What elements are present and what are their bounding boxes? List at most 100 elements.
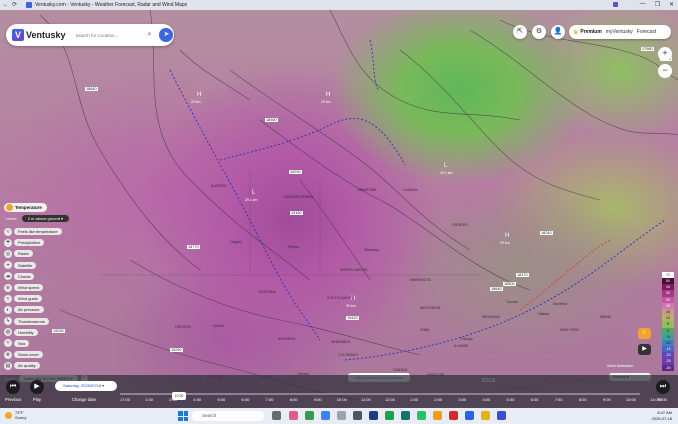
lightning-toggle-icon[interactable]: ⚡ [638,328,651,339]
layer-item-precipitation[interactable]: ☂ Precipitation [4,237,62,248]
myventusky-link[interactable]: myVentusky [606,29,633,35]
level-select[interactable]: 2 m above ground ▾ [21,215,70,222]
layer-item-humidity[interactable]: ◍ Humidity [4,327,62,338]
maximize-button[interactable]: ❐ [655,1,660,8]
ventusky-logo-icon[interactable]: V [12,29,24,41]
pressure-value: 29.1 km [440,171,453,175]
city-label: Calgary [230,240,243,244]
play-button[interactable]: ▶ [30,380,44,394]
forecast-link[interactable]: Forecast [637,29,656,35]
location-search-input[interactable] [75,32,146,38]
extension-icon[interactable] [613,2,618,7]
layer-item-snow-cover[interactable]: ❄ Snow cover [4,349,62,360]
hour-tick[interactable]: 6:00 [235,397,255,402]
settings-gear-icon[interactable]: ⚙ [532,25,546,39]
acrobat-icon[interactable] [449,411,458,420]
hour-tick[interactable]: 1:00 [139,397,159,402]
zoom-out-button[interactable]: − [658,64,672,78]
ventusky-app-icon[interactable] [497,411,506,420]
video-camera-icon[interactable]: ▶ [638,344,651,355]
layer-item-label: Sea [14,339,30,347]
ventusky-logo-text[interactable]: Ventusky [26,30,66,40]
layer-item-thunderstorms[interactable]: ϟ Thunderstorms [4,316,62,327]
city-label: Toronto [506,300,518,304]
app-icon[interactable] [305,411,314,420]
chrome-icon[interactable] [433,411,442,420]
layer-item-sea[interactable]: ≈ Sea [4,338,62,349]
app-icon[interactable] [401,411,410,420]
user-account-button[interactable]: 👤 [551,25,565,39]
hour-tick[interactable]: 3:00 [452,397,472,402]
layer-item-label: Wind speed [14,284,44,292]
hour-tick[interactable]: 2:00 [428,397,448,402]
hour-tick[interactable]: 2:00 [163,397,183,402]
hour-tick[interactable]: 9:00 [308,397,328,402]
hour-tick[interactable]: 5:00 [211,397,231,402]
precipitation-icon: ☂ [4,238,12,247]
back-arrow-icon[interactable]: ← [2,2,9,9]
layer-item-clouds[interactable]: ☁ Clouds [4,271,62,282]
minimize-button[interactable]: — [640,1,646,8]
layer-item-radar[interactable]: ◎ Radar [4,248,62,259]
app-icon[interactable] [289,411,298,420]
hour-tick[interactable]: 5:00 [500,397,520,402]
layer-item-label: Precipitation [14,239,45,247]
task-view-icon[interactable] [272,411,281,420]
layer-item-wind-speed[interactable]: ≋ Wind speed [4,282,62,293]
taskbar-search[interactable]: Search [192,411,264,421]
word-icon[interactable] [465,411,474,420]
app-icon[interactable] [353,411,362,420]
zoom-in-button[interactable]: + [658,47,672,61]
active-layer[interactable]: Temperature [4,203,47,212]
hour-tick[interactable]: 10:00 [332,397,352,402]
share-button[interactable]: ⇱ [513,25,527,39]
hour-tick[interactable]: 8:00 [573,397,593,402]
temperature-layer-chip[interactable]: Temperature [4,203,47,212]
pressure-label: 18640 [490,287,503,291]
app-icon[interactable] [321,411,330,420]
next-button[interactable]: ⏭ [656,380,670,394]
pressure-value: 29 km [500,241,510,245]
hour-tick[interactable]: 1:00 [404,397,424,402]
clock-time: 8:47 AM [657,410,672,415]
premium-link[interactable]: Premium [580,29,601,35]
previous-button[interactable]: ⏮ [6,380,20,394]
hour-tick[interactable]: 8:00 [284,397,304,402]
weather-map[interactable]: 18500 18640 18900 19030 19160 18770 1798… [0,10,678,408]
layer-item-satellite[interactable]: ⌖ Satellite [4,260,62,271]
locate-me-button[interactable]: ➤ [159,28,174,42]
app-icon[interactable] [417,411,426,420]
hour-tick[interactable]: 10:00 [621,397,641,402]
hour-tick[interactable]: 7:00 [260,397,280,402]
excel-icon[interactable] [385,411,394,420]
windows-start-icon[interactable] [178,411,188,421]
refresh-icon[interactable]: ⟳ [11,2,18,9]
weather-widget[interactable]: 73°F Sunny [5,410,26,420]
layer-item-label: Radar [14,250,33,258]
change-date-label[interactable]: Change date [72,397,96,402]
timeline-track[interactable] [120,393,640,395]
layer-item-label: Feels like temperature [14,228,62,236]
hour-tick[interactable]: 9:00 [597,397,617,402]
layer-item-label: Clouds [14,272,35,280]
app-icon[interactable] [369,411,378,420]
hour-tick[interactable]: 6:00 [525,397,545,402]
layer-item-air-pressure[interactable]: ◐ Air pressure [4,304,62,315]
site-favicon-icon [26,2,32,8]
app-icon[interactable] [337,411,346,420]
file-explorer-icon[interactable] [481,411,490,420]
hour-tick[interactable]: 17:00 [115,397,135,402]
hour-tick[interactable]: 7:00 [549,397,569,402]
hour-tick[interactable]: 11:00 [356,397,376,402]
close-button[interactable]: ✕ [669,1,674,8]
system-tray-clock[interactable]: 8:47 AM 2026-07-18 [652,410,672,421]
date-picker[interactable]: Saturday, 2026/07/18 ▾ [55,381,117,391]
layer-item-feels-like[interactable]: ≈ Feels like temperature [4,226,62,237]
layer-item-wind-gusts[interactable]: ≈ Wind gusts [4,293,62,304]
layer-item-label: Satellite [14,261,37,269]
layer-item-air-quality[interactable]: ▤ Air quality [4,360,62,371]
hour-tick[interactable]: 12:00 [380,397,400,402]
hour-tick[interactable]: 4:00 [476,397,496,402]
search-icon[interactable]: ⌕ [148,31,152,39]
hour-tick[interactable]: 4:00 [187,397,207,402]
